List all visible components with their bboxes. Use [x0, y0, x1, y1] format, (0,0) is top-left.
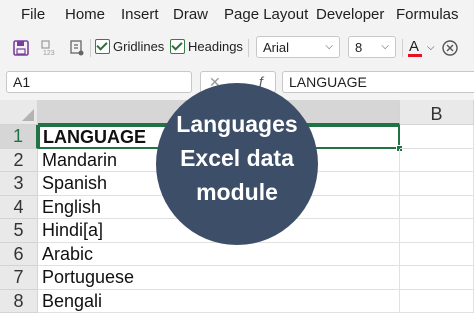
row-header-5[interactable]: 5	[0, 219, 38, 243]
font-size-select[interactable]: 8 ⌵	[348, 36, 396, 58]
toolbar-separator	[90, 39, 91, 57]
menu-formulas[interactable]: Formulas	[396, 6, 459, 23]
title-badge: Languages Excel data module	[156, 83, 318, 245]
menu-page-layout[interactable]: Page Layout	[224, 6, 308, 23]
row-header-7[interactable]: 7	[0, 266, 38, 290]
badge-title-line-2: Excel data	[180, 145, 294, 171]
cell-b4[interactable]	[400, 195, 474, 219]
menu-file[interactable]: File	[21, 6, 45, 23]
number-format-icon[interactable]: 123	[40, 39, 58, 57]
badge-title-line-3: module	[196, 179, 278, 205]
save-icon[interactable]	[12, 39, 30, 57]
svg-text:123: 123	[43, 50, 55, 57]
format-painter-icon[interactable]	[68, 39, 86, 57]
gridlines-checkbox[interactable]	[95, 39, 110, 54]
gridlines-label: Gridlines	[113, 39, 165, 54]
row-header-6[interactable]: 6	[0, 242, 38, 266]
font-name-value: Arial	[263, 40, 290, 55]
cell-b3[interactable]	[400, 172, 474, 196]
font-size-value: 8	[355, 40, 363, 55]
menu-bar: File Home Insert Draw Page Layout Develo…	[0, 0, 474, 31]
chevron-down-icon: ⌵	[381, 41, 389, 52]
chevron-down-icon[interactable]: ⌵	[427, 42, 435, 53]
menu-home[interactable]: Home	[65, 6, 105, 23]
toolbar: 123 Gridlines Headings Arial ⌵ 8 ⌵ A ⌵	[0, 31, 474, 65]
svg-text:A: A	[409, 38, 419, 55]
row-header-2[interactable]: 2	[0, 148, 38, 172]
name-box[interactable]: A1	[6, 71, 192, 93]
cell-a8[interactable]: Bengali	[38, 289, 400, 313]
select-all-icon	[22, 109, 34, 121]
formula-value: LANGUAGE	[289, 74, 367, 90]
cell-b1[interactable]	[400, 125, 474, 149]
cell-b2[interactable]	[400, 148, 474, 172]
cell-b8[interactable]	[400, 289, 474, 313]
row-header-3[interactable]: 3	[0, 172, 38, 196]
font-name-select[interactable]: Arial ⌵	[256, 36, 340, 58]
font-color-icon[interactable]: A	[406, 37, 424, 59]
chevron-down-icon: ⌵	[325, 41, 333, 52]
headings-checkbox[interactable]	[170, 39, 185, 54]
cell-b5[interactable]	[400, 219, 474, 243]
badge-title-line-1: Languages	[176, 111, 298, 137]
cell-a7[interactable]: Portuguese	[38, 266, 400, 290]
column-header-b[interactable]: B	[400, 100, 474, 125]
menu-developer[interactable]: Developer	[316, 6, 384, 23]
cell-b6[interactable]	[400, 242, 474, 266]
cell-a6[interactable]: Arabic	[38, 242, 400, 266]
toolbar-separator	[248, 39, 249, 57]
menu-draw[interactable]: Draw	[173, 6, 208, 23]
row-header-4[interactable]: 4	[0, 195, 38, 219]
headings-label: Headings	[188, 39, 243, 54]
clear-icon[interactable]	[441, 39, 459, 57]
menu-insert[interactable]: Insert	[121, 6, 159, 23]
toolbar-separator	[402, 39, 403, 57]
name-box-value: A1	[13, 74, 31, 90]
row-header-8[interactable]: 8	[0, 289, 38, 313]
select-all-corner[interactable]	[0, 100, 38, 125]
row-header-1[interactable]: 1	[0, 125, 38, 149]
cell-b7[interactable]	[400, 266, 474, 290]
formula-input[interactable]: LANGUAGE	[282, 71, 474, 93]
